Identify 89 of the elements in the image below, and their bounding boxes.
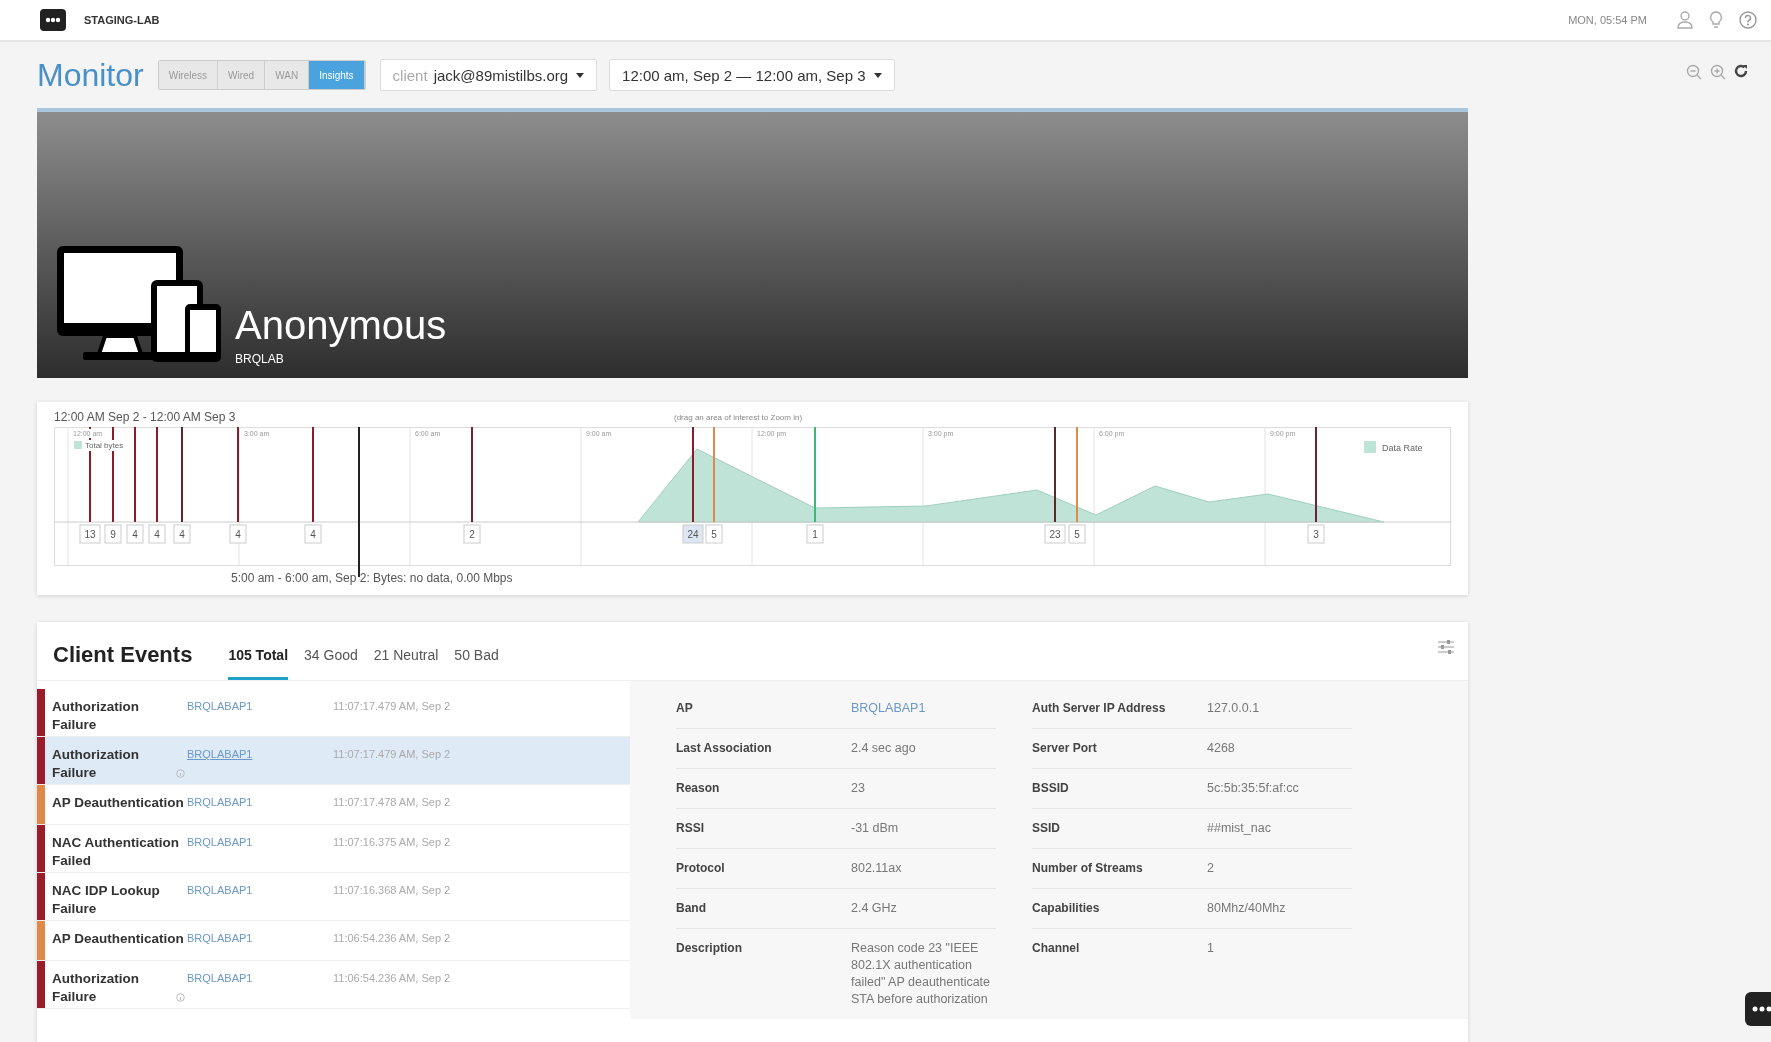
event-time: 11:07:17.478 AM, Sep 2 (333, 795, 452, 808)
event-time: 11:06:54.236 AM, Sep 2 (333, 931, 452, 944)
event-row[interactable]: AP Deauthentication BRQLABAP1 11:07:17.478 AM, Sep 2 (37, 785, 630, 825)
detail-label: Channel (1032, 940, 1081, 957)
detail-label: AP (676, 700, 694, 717)
event-count-marker[interactable]: 2 (463, 524, 481, 544)
event-row[interactable]: Authorization Failure BRQLABAP1 11:06:54.236 AM, Sep 2 (37, 961, 630, 1009)
client-name: Anonymous (235, 302, 447, 348)
detail-label: Last Association (676, 740, 773, 757)
filter-settings-icon[interactable] (1438, 640, 1454, 654)
refresh-icon[interactable] (1734, 64, 1748, 78)
detail-value: 80Mhz/40Mhz (1207, 900, 1287, 917)
detail-value: ##mist_nac (1207, 820, 1272, 837)
event-count-marker[interactable]: 5 (705, 524, 723, 544)
detail-label: BSSID (1032, 780, 1070, 797)
event-name: NAC Authentication Failed (52, 835, 179, 868)
page-title: Monitor (37, 56, 144, 94)
event-time: 11:06:54.236 AM, Sep 2 (333, 971, 452, 984)
detail-label: Server Port (1032, 740, 1098, 757)
detail-label: Band (676, 900, 707, 917)
event-count-marker[interactable]: 4 (148, 524, 166, 544)
client-dropdown[interactable]: client jack@89mistilbs.org (379, 59, 598, 91)
event-count-marker[interactable]: 24 (682, 524, 704, 544)
time-range-label: 12:00 AM Sep 2 - 12:00 AM Sep 3 (54, 410, 237, 424)
detail-label: RSSI (676, 820, 705, 837)
detail-value: 2.4 sec ago (851, 740, 917, 757)
event-filter-tab[interactable]: 21 Neutral (373, 647, 439, 680)
help-icon[interactable] (1739, 11, 1757, 29)
event-name: Authorization Failure (52, 746, 140, 782)
event-row[interactable]: NAC Authentication Failed BRQLABAP1 11:07:16.375 AM, Sep 2 (37, 825, 630, 873)
event-filter-tab[interactable]: 105 Total (228, 647, 289, 680)
caret-icon[interactable] (576, 72, 585, 78)
site-name: BRQLAB (235, 352, 284, 366)
zoom-in-icon[interactable] (1710, 64, 1726, 80)
event-filter-tab[interactable]: 50 Bad (454, 647, 499, 680)
event-name: AP Deauthentication (52, 795, 184, 810)
detail-label: Description (676, 940, 743, 957)
detail-value: 4268 (1207, 740, 1236, 757)
event-name: Authorization Failure (52, 970, 140, 1006)
event-time: 11:07:17.479 AM, Sep 2 (333, 699, 452, 712)
event-count-marker[interactable]: 9 (104, 524, 122, 544)
detail-value: -31 dBm (851, 820, 900, 837)
hover-label: 5:00 am - 6:00 am, Sep 2: Bytes: no data, 0.00 Mbps (231, 571, 513, 585)
event-row[interactable]: AP Deauthentication BRQLABAP1 11:06:54.236 AM, Sep 2 (37, 921, 630, 961)
user-icon[interactable] (1677, 11, 1693, 29)
detail-value: 802.11ax (851, 860, 903, 877)
time-range-dropdown[interactable]: 12:00 am, Sep 2 — 12:00 am, Sep 3 (609, 59, 895, 91)
event-time: 11:07:17.479 AM, Sep 2 (333, 747, 452, 760)
clock: MON, 05:54 PM (1568, 14, 1647, 26)
event-row[interactable]: NAC IDP Lookup Failure BRQLABAP1 11:07:16.368 AM, Sep 2 (37, 873, 630, 921)
event-count-marker[interactable]: 4 (304, 524, 322, 544)
event-count-marker[interactable]: 23 (1044, 524, 1066, 544)
event-count-marker[interactable]: 4 (173, 524, 191, 544)
event-count-marker[interactable]: 3 (1307, 524, 1325, 544)
detail-label: Reason (676, 780, 721, 797)
logo-icon[interactable] (40, 9, 66, 31)
event-time: 11:07:16.368 AM, Sep 2 (333, 883, 452, 896)
detail-label: Number of Streams (1032, 860, 1144, 877)
detail-value: 2 (1207, 860, 1215, 877)
detail-value: 5c:5b:35:5f:af:cc (1207, 780, 1300, 797)
detail-value: 127.0.0.1 (1207, 700, 1261, 717)
event-name: NAC IDP Lookup Failure (52, 883, 160, 916)
event-name: Authorization Failure (52, 699, 139, 732)
event-count-marker[interactable]: 1 (806, 524, 824, 544)
zoom-out-icon[interactable] (1686, 64, 1702, 80)
event-count-marker[interactable]: 4 (126, 524, 144, 544)
event-count-marker[interactable]: 4 (229, 524, 247, 544)
event-name: AP Deauthentication (52, 931, 184, 946)
detail-label: Capabilities (1032, 900, 1101, 917)
lightbulb-icon[interactable] (1709, 11, 1723, 29)
detail-value: 2.4 GHz (851, 900, 898, 917)
chat-widget-icon[interactable] (1745, 992, 1771, 1026)
detail-label: SSID (1032, 820, 1061, 837)
detail-label: Protocol (676, 860, 726, 877)
event-count-marker[interactable]: 13 (79, 524, 101, 544)
event-count-marker[interactable]: 5 (1068, 524, 1086, 544)
legend-item: Data Rate (1364, 441, 1423, 453)
detail-value: Reason code 23 "IEEE 802.1X authentication failed" AP deauthenticate STA before authorization (851, 940, 992, 1008)
detail-value: 1 (1207, 940, 1215, 957)
event-time: 11:07:16.375 AM, Sep 2 (333, 835, 452, 848)
section-title: Client Events (53, 642, 193, 668)
legend-item: Total bytes (74, 441, 124, 450)
detail-label: Auth Server IP Address (1032, 700, 1167, 717)
zoom-hint: (drag an area of interest to Zoom in) (674, 412, 803, 422)
caret-icon[interactable] (873, 72, 882, 78)
event-row[interactable]: Authorization Failure BRQLABAP1 11:07:17.479 AM, Sep 2 (37, 737, 630, 785)
detail-value: 23 (851, 780, 866, 797)
org-name: STAGING-LAB (84, 14, 160, 26)
event-filter-tab[interactable]: 34 Good (304, 647, 358, 680)
